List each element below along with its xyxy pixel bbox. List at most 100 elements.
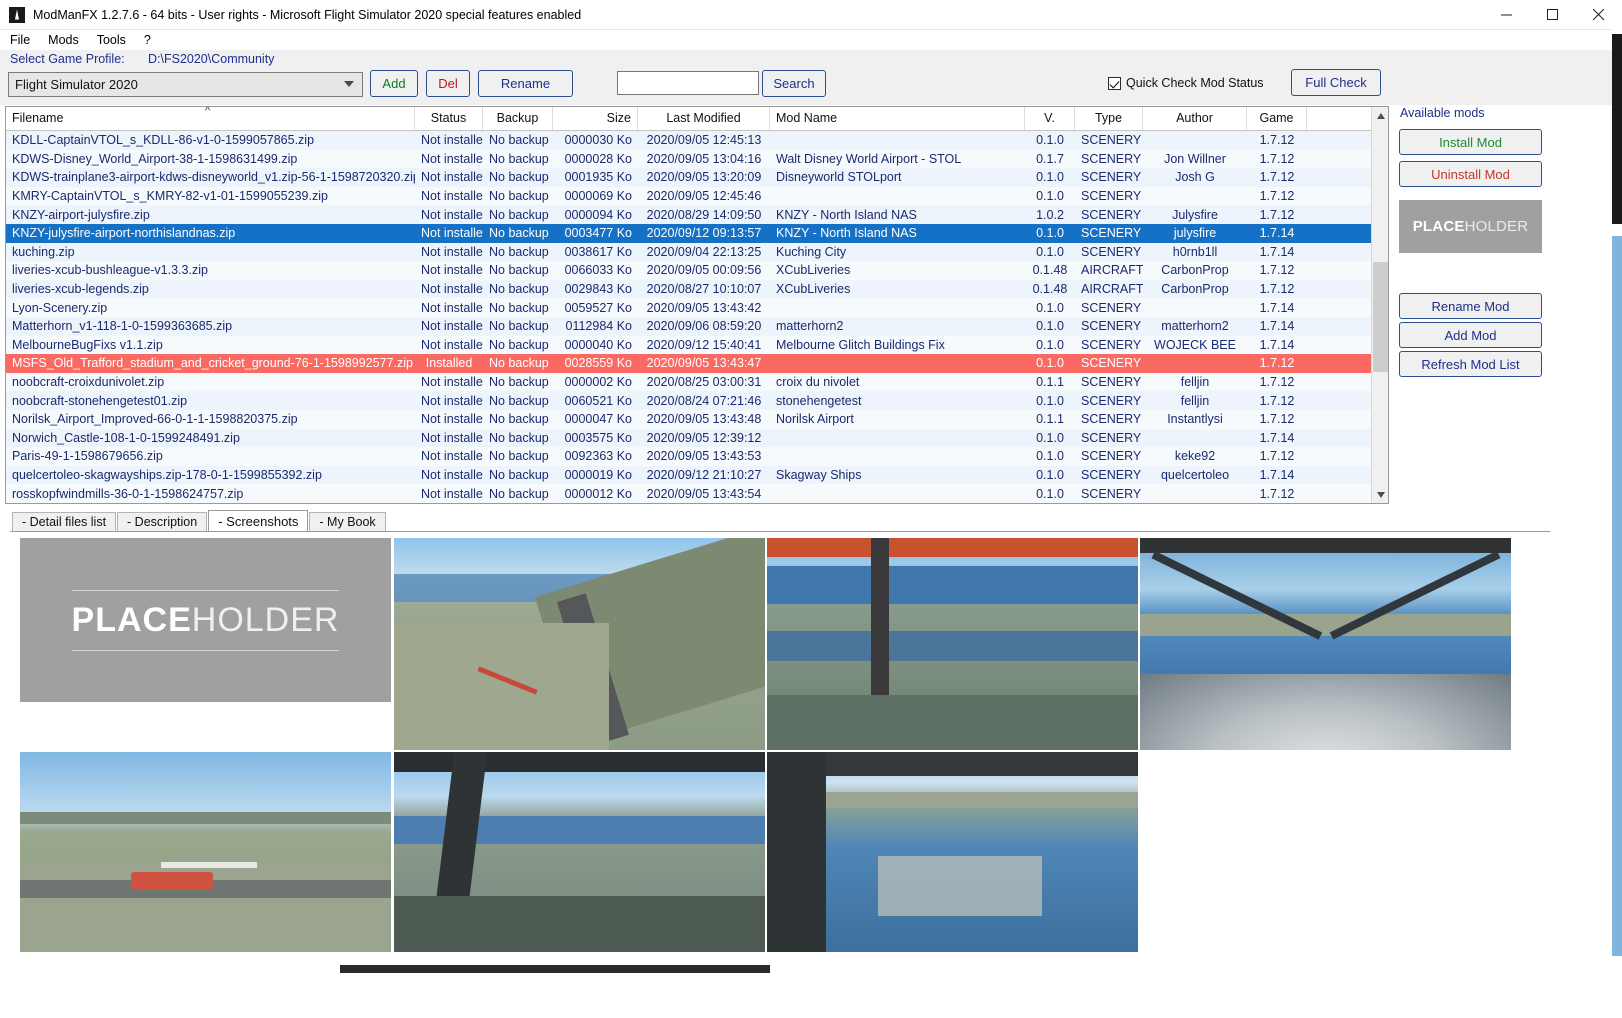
screenshot-placeholder[interactable]: PLACEHOLDER <box>20 538 391 702</box>
table-row[interactable]: MelbourneBugFixs v1.1.zipNot installedNo… <box>6 336 1388 355</box>
cell-status: Not installed <box>415 282 483 296</box>
screenshot-cockpit-strut-city[interactable] <box>394 752 765 952</box>
tab-detail-files-list[interactable]: - Detail files list <box>12 512 116 531</box>
table-row[interactable]: Lyon-Scenery.zipNot installedNo backup00… <box>6 298 1388 317</box>
rename-profile-button[interactable]: Rename <box>478 70 573 97</box>
scroll-down-icon[interactable] <box>1372 486 1389 503</box>
screenshot-cockpit-harbour[interactable] <box>767 752 1138 952</box>
table-row[interactable]: KDWS-Disney_World_Airport-38-1-159863149… <box>6 150 1388 169</box>
cell-game: 1.7.14 <box>1247 226 1307 240</box>
cell-version: 0.1.0 <box>1025 189 1075 203</box>
table-row[interactable]: KNZY-julysfire-airport-northislandnas.zi… <box>6 224 1388 243</box>
menu-item-help[interactable]: ? <box>136 33 159 47</box>
cell-game: 1.7.12 <box>1247 449 1307 463</box>
table-row[interactable]: KMRY-CaptainVTOL_s_KMRY-82-v1-01-1599055… <box>6 187 1388 206</box>
screenshot-cockpit-wing-coast[interactable] <box>767 538 1138 750</box>
table-row[interactable]: kuching.zipNot installedNo backup0038617… <box>6 243 1388 262</box>
table-row[interactable]: noobcraft-stonehengetest01.zipNot instal… <box>6 391 1388 410</box>
refresh-mod-list-button[interactable]: Refresh Mod List <box>1399 351 1542 377</box>
install-mod-button[interactable]: Install Mod <box>1399 129 1542 155</box>
column-header-backup[interactable]: Backup <box>483 107 553 130</box>
app-triangle-icon <box>9 7 25 23</box>
cell-backup: No backup <box>483 189 553 203</box>
scroll-up-icon[interactable] <box>1372 107 1389 124</box>
tab-screenshots[interactable]: - Screenshots <box>208 510 308 531</box>
cell-author: WOJECK BEE <box>1143 338 1247 352</box>
cell-filename: liveries-xcub-bushleague-v1.3.3.zip <box>6 263 415 277</box>
cell-size: 0000012 Ko <box>553 487 638 501</box>
column-header-game[interactable]: Game <box>1247 107 1307 130</box>
add-profile-button[interactable]: Add <box>370 70 418 97</box>
table-row[interactable]: Norilsk_Airport_Improved-66-0-1-1-159882… <box>6 410 1388 429</box>
table-row[interactable]: rosskopfwindmills-36-0-1-1598624757.zipN… <box>6 484 1388 503</box>
game-profile-select[interactable]: Flight Simulator 2020 <box>8 72 363 97</box>
table-row[interactable]: Paris-49-1-1598679656.zipNot installedNo… <box>6 447 1388 466</box>
table-row[interactable]: Norwich_Castle-108-1-0-1599248491.zipNot… <box>6 429 1388 448</box>
table-row[interactable]: KDWS-trainplane3-airport-kdws-disneyworl… <box>6 168 1388 187</box>
cell-filename: KNZY-airport-julysfire.zip <box>6 208 415 222</box>
cell-filename: kuching.zip <box>6 245 415 259</box>
full-check-button[interactable]: Full Check <box>1291 69 1381 96</box>
menu-item-mods[interactable]: Mods <box>40 33 87 47</box>
menu-bar: File Mods Tools ? <box>0 30 1622 50</box>
column-header-type[interactable]: Type <box>1075 107 1143 130</box>
column-header-last-modified[interactable]: Last Modified <box>638 107 770 130</box>
cell-status: Not installed <box>415 338 483 352</box>
column-header-mod-name[interactable]: Mod Name <box>770 107 1025 130</box>
cell-modified: 2020/09/05 13:04:16 <box>638 152 770 166</box>
cell-modified: 2020/09/05 12:45:13 <box>638 133 770 147</box>
column-header-status[interactable]: Status <box>415 107 483 130</box>
scrollbar-thumb[interactable] <box>1373 262 1388 372</box>
table-row[interactable]: liveries-xcub-legends.zipNot installedNo… <box>6 280 1388 299</box>
add-mod-button[interactable]: Add Mod <box>1399 322 1542 348</box>
cell-backup: No backup <box>483 208 553 222</box>
tab-my-book[interactable]: - My Book <box>309 512 385 531</box>
screenshot-runway-taxi[interactable] <box>20 752 391 952</box>
delete-profile-button[interactable]: Del <box>426 70 470 97</box>
menu-item-tools[interactable]: Tools <box>89 33 134 47</box>
taskbar-fragment <box>340 965 770 973</box>
column-header-filename[interactable]: Filename <box>6 107 415 130</box>
table-row[interactable]: noobcraft-croixdunivolet.zipNot installe… <box>6 373 1388 392</box>
table-row[interactable]: Matterhorn_v1-118-1-0-1599363685.zipNot … <box>6 317 1388 336</box>
screenshot-cockpit-bay-view[interactable] <box>1140 538 1511 750</box>
cell-version: 0.1.7 <box>1025 152 1075 166</box>
cell-filename: rosskopfwindmills-36-0-1-1598624757.zip <box>6 487 415 501</box>
table-row[interactable]: MSFS_Old_Trafford_stadium_and_cricket_gr… <box>6 354 1388 373</box>
quick-check-mod-status-checkbox[interactable]: Quick Check Mod Status <box>1108 76 1264 90</box>
cell-game: 1.7.14 <box>1247 338 1307 352</box>
table-row[interactable]: quelcertoleo-skagwayships.zip-178-0-1-15… <box>6 466 1388 485</box>
table-row[interactable]: KDLL-CaptainVTOL_s_KDLL-86-v1-0-15990578… <box>6 131 1388 150</box>
tab-description[interactable]: - Description <box>117 512 207 531</box>
cell-backup: No backup <box>483 412 553 426</box>
cell-status: Not installed <box>415 170 483 184</box>
uninstall-mod-button[interactable]: Uninstall Mod <box>1399 161 1542 187</box>
search-button[interactable]: Search <box>762 70 826 97</box>
column-header-version[interactable]: V. <box>1025 107 1075 130</box>
cell-game: 1.7.12 <box>1247 487 1307 501</box>
search-input[interactable] <box>617 71 759 95</box>
cell-modname: KNZY - North Island NAS <box>770 208 1025 222</box>
cell-status: Not installed <box>415 301 483 315</box>
table-vertical-scrollbar[interactable] <box>1371 107 1388 503</box>
rename-mod-button[interactable]: Rename Mod <box>1399 293 1542 319</box>
cell-modname: croix du nivolet <box>770 375 1025 389</box>
cell-backup: No backup <box>483 319 553 333</box>
minimize-icon[interactable] <box>1484 0 1530 30</box>
cell-size: 0000069 Ko <box>553 189 638 203</box>
cell-status: Not installed <box>415 487 483 501</box>
table-row[interactable]: liveries-xcub-bushleague-v1.3.3.zipNot i… <box>6 261 1388 280</box>
column-header-author[interactable]: Author <box>1143 107 1247 130</box>
placeholder-light-text: HOLDER <box>192 601 340 639</box>
cell-version: 0.1.0 <box>1025 170 1075 184</box>
table-row[interactable]: KNZY-airport-julysfire.zipNot installedN… <box>6 205 1388 224</box>
cell-author: matterhorn2 <box>1143 319 1247 333</box>
screenshot-runway-aerial[interactable] <box>394 538 765 750</box>
cell-filename: noobcraft-stonehengetest01.zip <box>6 394 415 408</box>
cell-type: SCENERY <box>1075 189 1143 203</box>
cell-version: 0.1.1 <box>1025 412 1075 426</box>
cell-status: Not installed <box>415 319 483 333</box>
column-header-size[interactable]: Size <box>553 107 638 130</box>
maximize-icon[interactable] <box>1530 0 1576 30</box>
menu-item-file[interactable]: File <box>2 33 38 47</box>
